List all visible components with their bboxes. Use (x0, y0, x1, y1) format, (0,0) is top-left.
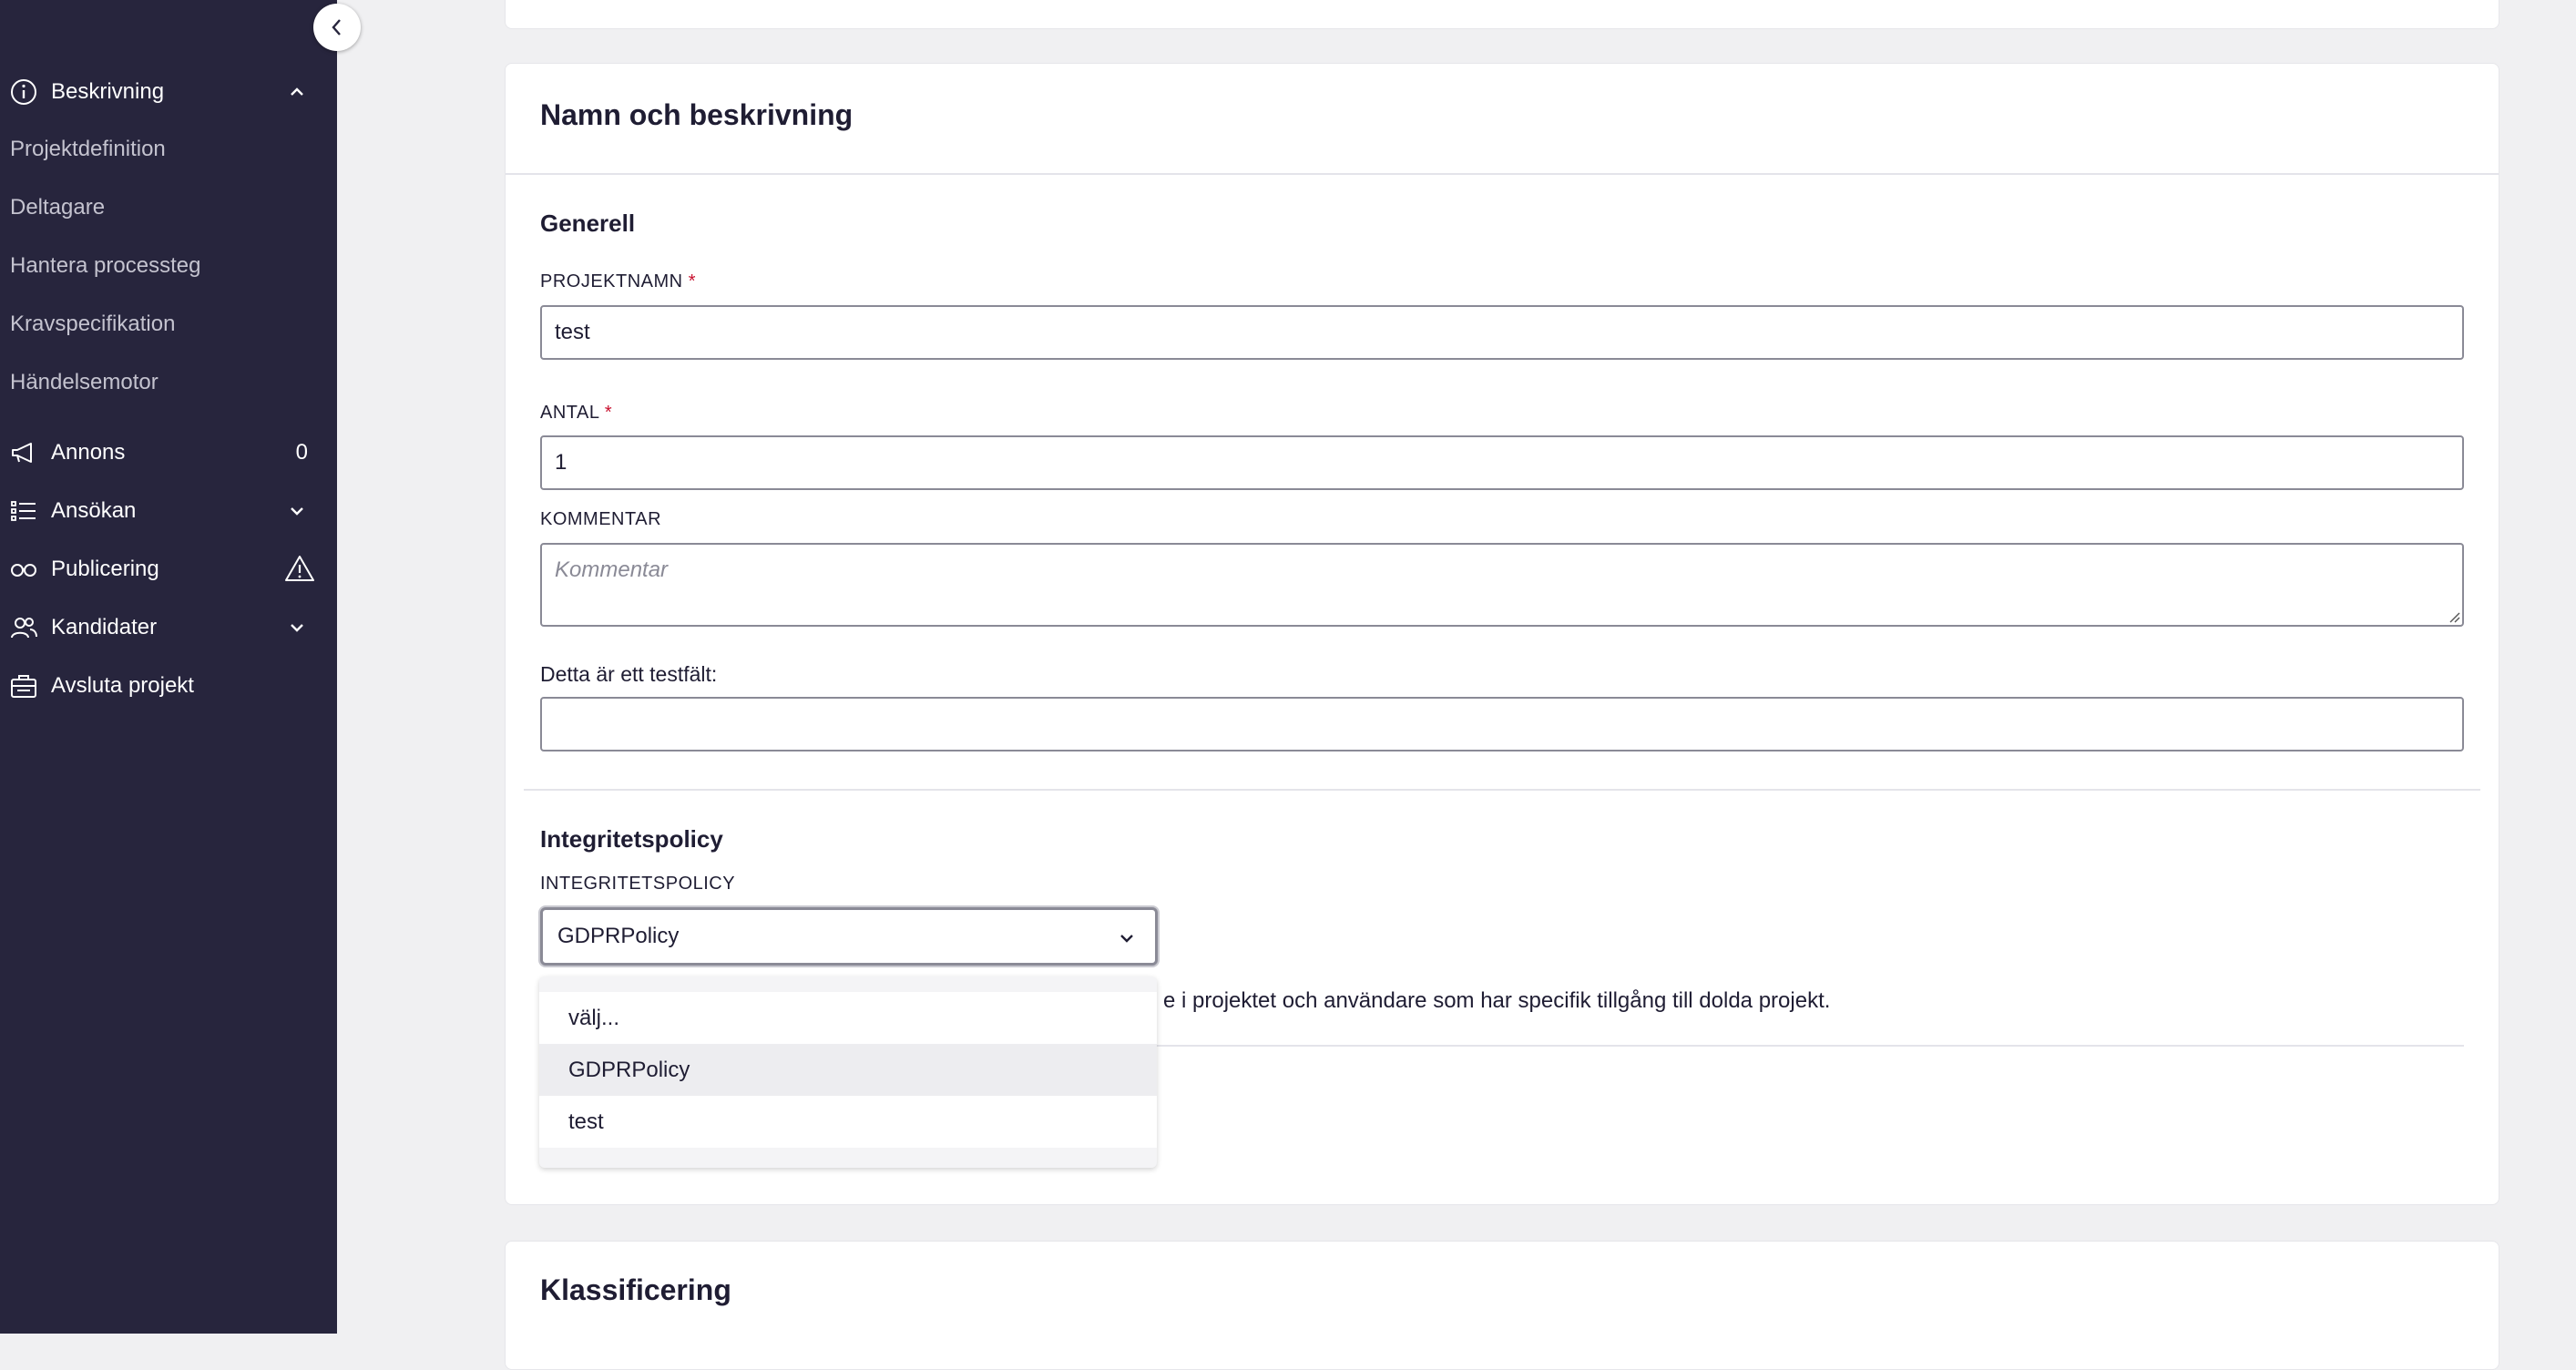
projektnamn-label: PROJEKTNAMN * (540, 271, 696, 291)
sidebar-item-label: Händelsemotor (10, 370, 158, 394)
chevron-left-icon (332, 19, 341, 36)
sidebar-item-label: Kandidater (51, 615, 158, 639)
users-icon (11, 618, 37, 639)
sidebar-item-handelsemotor[interactable]: Händelsemotor (0, 359, 337, 406)
sidebar-item-avsluta-projekt[interactable]: Avsluta projekt (0, 660, 337, 711)
glasses-icon (11, 564, 36, 577)
annons-count-badge: 0 (295, 440, 308, 465)
warning-icon (285, 556, 314, 581)
info-icon (11, 79, 36, 105)
divider (524, 789, 2480, 791)
sidebar-item-label: Deltagare (10, 195, 106, 220)
klassificering-card: Klassificering (505, 1241, 2499, 1370)
integritetspolicy-selected-value: GDPRPolicy (557, 924, 680, 948)
chevron-down-icon (291, 624, 303, 632)
sidebar-item-label: Hantera processteg (10, 253, 201, 278)
integritetspolicy-label: INTEGRITETSPOLICY (540, 874, 736, 894)
sidebar-item-label: Kravspecifikation (10, 312, 176, 336)
testfalt-label: Detta är ett testfält: (540, 662, 718, 686)
sidebar-item-label: Avsluta projekt (51, 673, 194, 698)
klassificering-title: Klassificering (540, 1273, 731, 1306)
required-mark: * (604, 403, 613, 423)
section-title-integritetspolicy: Integritetspolicy (540, 825, 723, 853)
chevron-up-icon (291, 87, 303, 96)
sidebar-item-label: Beskrivning (51, 79, 165, 104)
sidebar-item-hantera-processteg[interactable]: Hantera processteg (0, 242, 337, 290)
chevron-down-icon (1120, 935, 1133, 943)
sidebar-item-projektdefinition[interactable]: Projektdefinition (0, 126, 337, 173)
list-icon (11, 501, 36, 521)
kommentar-label: KOMMENTAR (540, 509, 662, 529)
sidebar: Beskrivning Projektdefinition Deltagare … (0, 0, 337, 1334)
antal-value: 1 (555, 450, 567, 475)
sidebar-item-label: Annons (51, 440, 126, 465)
integritetspolicy-dropdown-menu: välj... GDPRPolicy test (539, 976, 1157, 1168)
sidebar-item-kravspecifikation[interactable]: Kravspecifikation (0, 301, 337, 348)
kommentar-placeholder: Kommentar (555, 557, 669, 582)
antal-input[interactable]: 1 (540, 435, 2464, 490)
sidebar-item-label: Ansökan (51, 498, 137, 523)
previous-card (505, 0, 2499, 29)
resize-grip-icon[interactable] (2448, 610, 2460, 623)
projektnamn-input[interactable]: test (540, 305, 2464, 360)
section-title-generell: Generell (540, 210, 636, 237)
dropdown-option-test[interactable]: test (539, 1096, 1157, 1148)
sidebar-collapse-button[interactable] (313, 4, 361, 51)
projektnamn-value: test (555, 320, 590, 344)
required-mark: * (688, 271, 696, 291)
briefcase-icon (11, 675, 36, 698)
sidebar-item-label: Publicering (51, 557, 159, 581)
integritetspolicy-select[interactable]: GDPRPolicy (540, 907, 1158, 966)
divider (506, 173, 2499, 175)
sidebar-item-annons[interactable]: Annons 0 (0, 427, 337, 478)
sidebar-item-publicering[interactable]: Publicering (0, 544, 337, 595)
sidebar-item-ansokan[interactable]: Ansökan (0, 486, 337, 537)
sidebar-item-beskrivning[interactable]: Beskrivning (0, 66, 337, 118)
sidebar-item-deltagare[interactable]: Deltagare (0, 184, 337, 231)
sidebar-item-label: Projektdefinition (10, 137, 166, 161)
chevron-down-icon (291, 507, 303, 516)
sidebar-item-kandidater[interactable]: Kandidater (0, 602, 337, 653)
antal-label: ANTAL * (540, 403, 613, 423)
testfalt-input[interactable] (540, 697, 2464, 751)
dropdown-option-valj[interactable]: välj... (539, 992, 1157, 1044)
megaphone-icon (12, 443, 32, 463)
kommentar-textarea[interactable]: Kommentar (540, 543, 2464, 627)
dropdown-option-gdprpolicy[interactable]: GDPRPolicy (539, 1044, 1157, 1096)
card-title: Namn och beskrivning (540, 98, 854, 131)
